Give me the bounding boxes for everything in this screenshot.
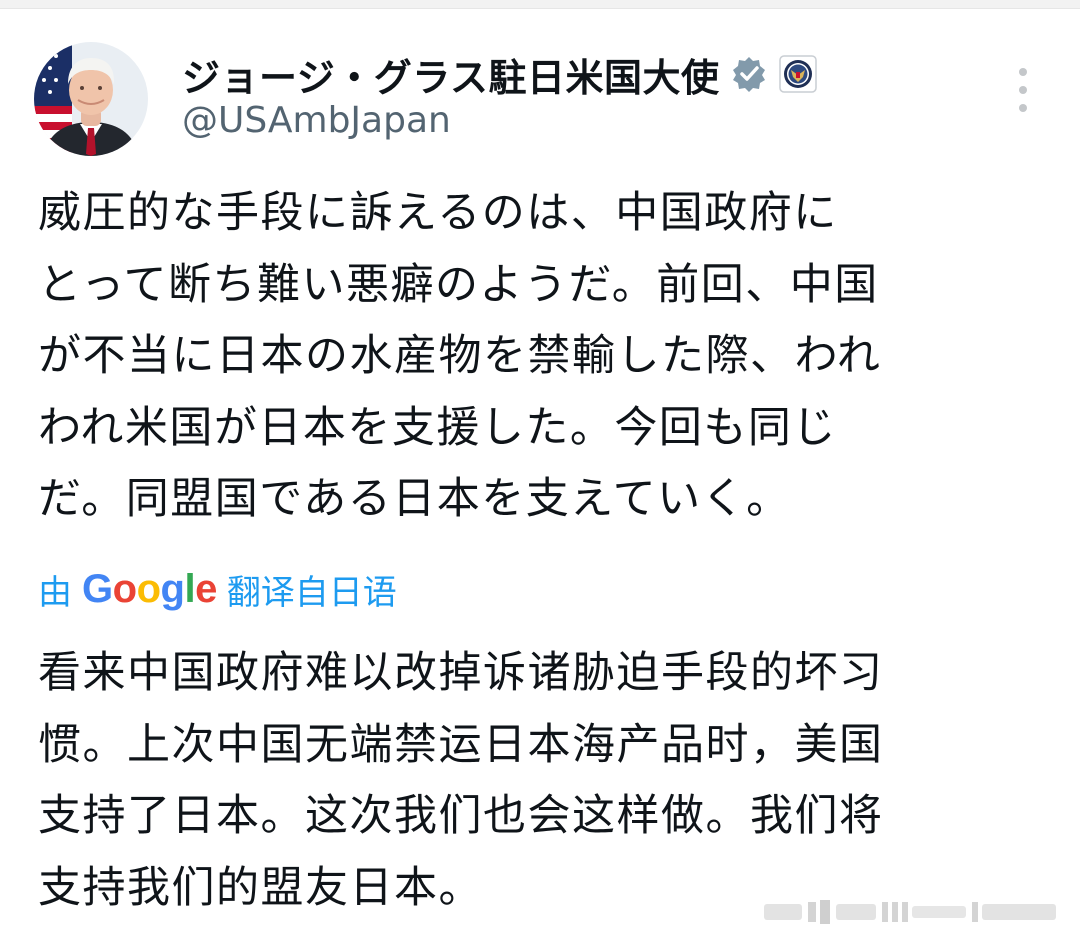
google-logo: Google (82, 567, 217, 612)
author-handle[interactable]: @USAmbJapan (182, 100, 451, 141)
verified-badge-icon (731, 56, 767, 92)
author-display-name[interactable]: ジョージ・グラス駐日米国大使 (182, 47, 719, 102)
google-logo-letter: l (184, 566, 196, 611)
more-dot (1019, 104, 1027, 112)
google-logo-letter: e (195, 566, 217, 611)
avatar[interactable] (34, 42, 148, 156)
translated-tweet-text: 看来中国政府难以改掉诉诸胁迫手段的坏习 惯。上次中国无端禁运日本海产品时，美国 … (38, 648, 884, 913)
more-options-icon[interactable] (1008, 68, 1038, 112)
top-divider (0, 0, 1080, 9)
author-name-row[interactable]: ジョージ・グラス駐日米国大使 (182, 44, 818, 104)
tweet-text: 威圧的な手段に訴えるのは、中国政府に とって断ち難い悪癖のようだ。前回、中国 が… (38, 188, 882, 524)
profile-photo-avatar (34, 42, 148, 156)
translated-by-prefix: 由 (38, 572, 72, 613)
state-department-seal-icon (779, 55, 818, 93)
more-dot (1019, 86, 1027, 94)
google-logo-letter: o (112, 566, 137, 611)
google-logo-letter: G (82, 566, 113, 611)
google-logo-letter: g (160, 566, 185, 611)
translated-by-suffix: 翻译自日语 (226, 572, 397, 613)
watermark-image (760, 898, 1060, 926)
more-dot (1019, 68, 1027, 76)
google-logo-letter: o (136, 566, 161, 611)
translated-by-google-link[interactable]: 由 Google 翻译自日语 (38, 564, 397, 614)
